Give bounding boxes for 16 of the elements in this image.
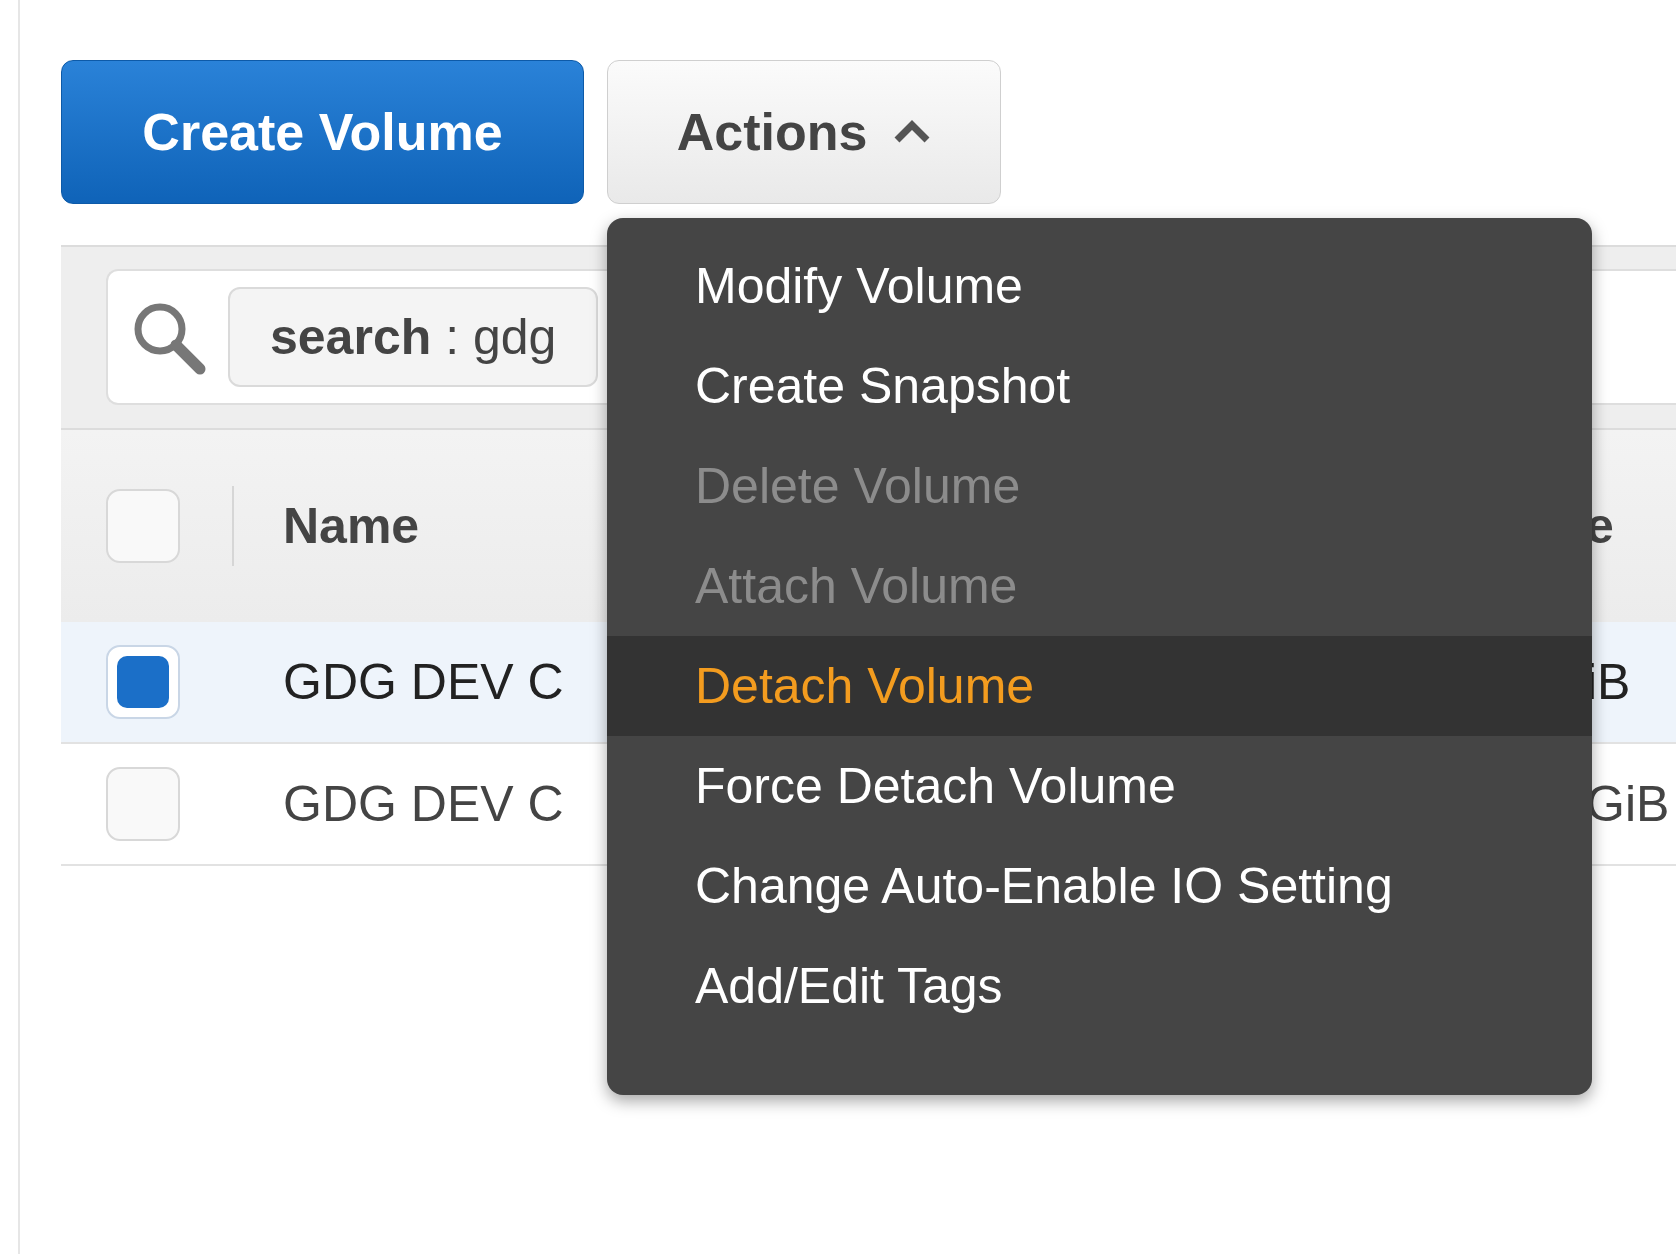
select-all-checkbox[interactable]	[106, 489, 180, 563]
caret-icon	[893, 120, 932, 144]
menu-item[interactable]: Create Snapshot	[607, 336, 1592, 436]
table-cell: GDG DEV C	[283, 653, 564, 711]
row-checkbox[interactable]	[106, 645, 180, 719]
menu-item[interactable]: Add/Edit Tags	[607, 936, 1592, 1036]
search-filter-token[interactable]: search : gdg	[228, 287, 599, 387]
menu-item[interactable]: Change Auto-Enable IO Setting	[607, 836, 1592, 936]
menu-item[interactable]: Detach Volume	[607, 636, 1592, 736]
menu-item[interactable]: Force Detach Volume	[607, 736, 1592, 836]
actions-dropdown-button[interactable]: Actions	[607, 60, 1001, 204]
menu-item[interactable]: Modify Volume	[607, 236, 1592, 336]
column-header[interactable]: Name	[283, 497, 420, 555]
row-checkbox[interactable]	[106, 767, 180, 841]
table-cell: GDG DEV C	[283, 775, 564, 833]
create-volume-button[interactable]: Create Volume	[61, 60, 584, 204]
